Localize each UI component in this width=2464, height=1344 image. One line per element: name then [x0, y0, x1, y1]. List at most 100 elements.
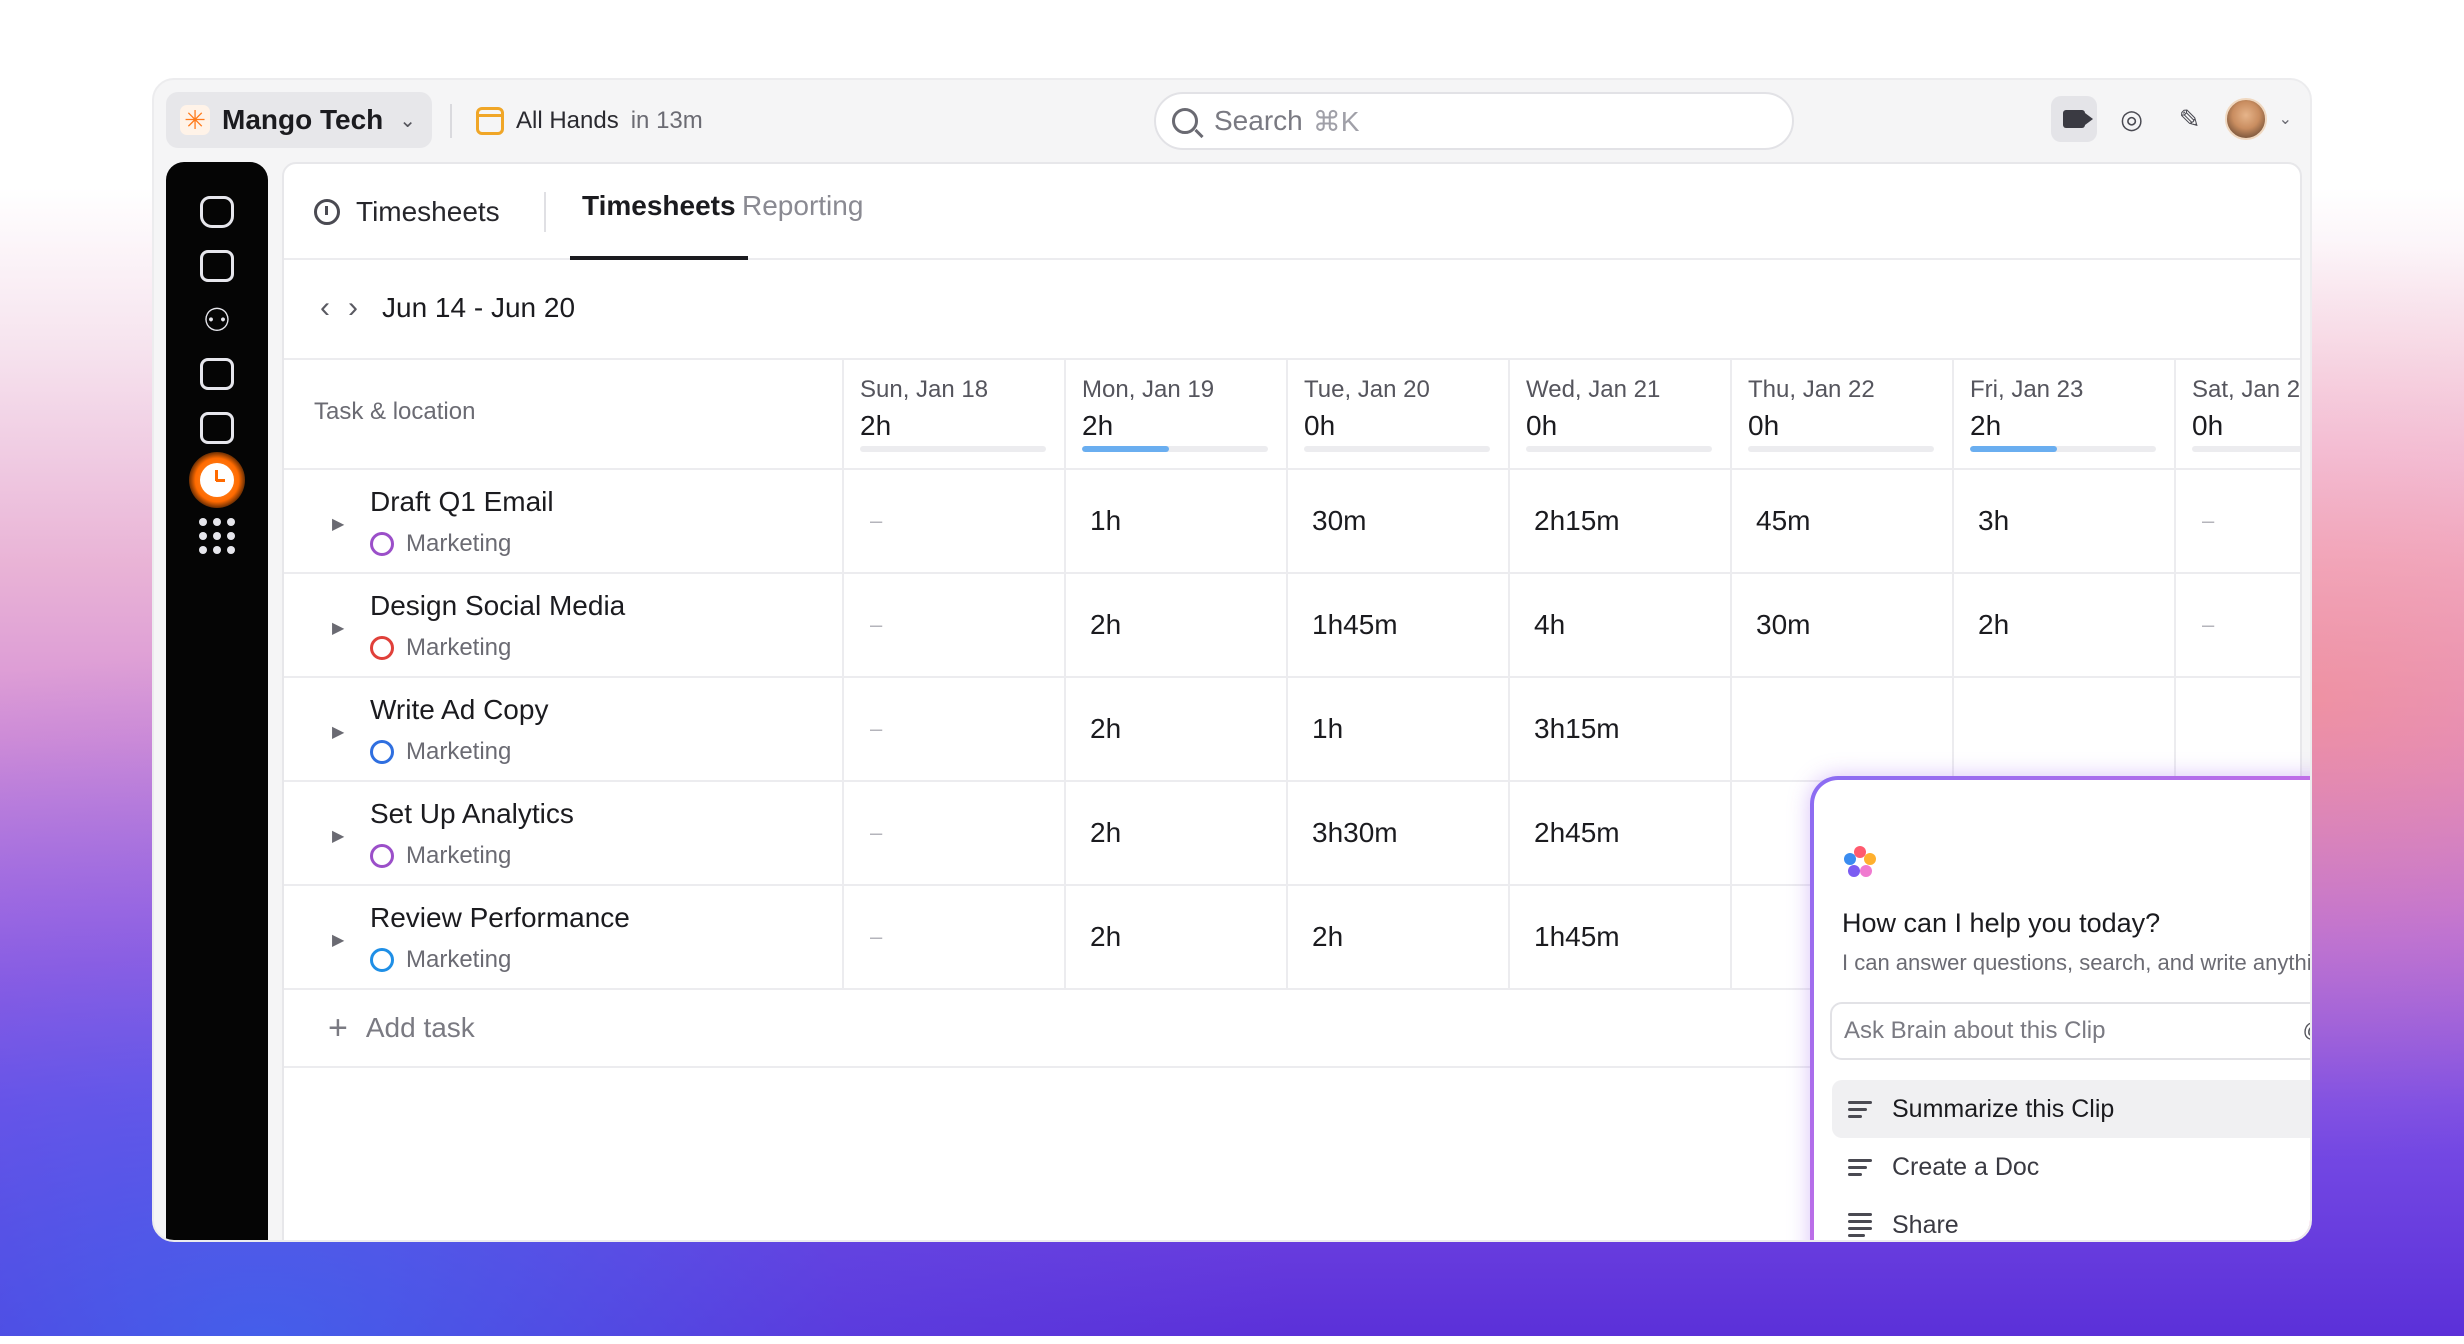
time-cell[interactable]: – [842, 886, 1064, 988]
upcoming-event[interactable]: All Hands in 13m [476, 100, 703, 142]
tab-reporting[interactable]: Reporting [742, 190, 863, 260]
sidebar-item-apps[interactable] [197, 516, 237, 556]
task-name[interactable]: Write Ad Copy [370, 694, 548, 726]
time-cell[interactable]: 2h [1286, 886, 1508, 988]
time-cell[interactable]: 3h30m [1286, 782, 1508, 884]
table-row[interactable]: ▶ Design Social Media Marketing –2h 1h45m 4h 3… [284, 574, 2300, 678]
caret-right-icon[interactable]: ▶ [332, 618, 344, 638]
summarize-clip-action[interactable]: Summarize this Clip ↵ [1832, 1080, 2310, 1138]
time-cell[interactable]: 30m [1286, 470, 1508, 572]
top-right-actions: ◎ ✎ ⌄ [2050, 96, 2292, 142]
share-action[interactable]: Share [1832, 1196, 2310, 1240]
create-doc-icon [1848, 1158, 1872, 1176]
whiteboard-icon [200, 412, 234, 444]
location-label: Marketing [406, 530, 512, 557]
time-cell[interactable]: 1h [1064, 470, 1286, 572]
chevron-down-icon[interactable]: ⌄ [2279, 109, 2292, 129]
time-cell[interactable]: – [2174, 470, 2300, 572]
search-icon [1172, 108, 1198, 134]
time-cell[interactable]: 2h15m [1508, 470, 1730, 572]
time-cell[interactable]: – [842, 574, 1064, 676]
plus-icon: + [328, 1009, 348, 1047]
create-doc-action[interactable]: Create a Doc [1832, 1138, 2310, 1196]
new-task-button[interactable]: ◎ [2109, 96, 2155, 142]
time-cell[interactable]: – [2174, 574, 2300, 676]
caret-right-icon[interactable]: ▶ [332, 826, 344, 846]
task-name[interactable]: Draft Q1 Email [370, 486, 554, 518]
search-input[interactable]: Search ⌘K [1154, 92, 1794, 150]
status-circle-icon [370, 532, 394, 556]
day-progress-fill [1970, 446, 2058, 452]
chevron-right-icon[interactable]: › [348, 293, 358, 323]
mention-icon[interactable]: @ [2303, 1020, 2310, 1043]
time-cell[interactable]: 2h [1064, 574, 1286, 676]
time-cell[interactable] [1952, 678, 2174, 780]
day-date: Sat, Jan 2 [2192, 376, 2301, 403]
time-cell[interactable]: 2h [1064, 678, 1286, 780]
time-cell[interactable]: 1h45m [1286, 574, 1508, 676]
table-row[interactable]: ▶ Write Ad Copy Marketing –2h 1h 3h15m [284, 678, 2300, 782]
time-cell[interactable] [1730, 678, 1952, 780]
compose-button[interactable]: ✎ [2167, 96, 2213, 142]
workspace-switcher[interactable]: ✳ Mango Tech ⌄ [166, 92, 433, 148]
clock-icon [200, 463, 234, 497]
day-column-header: Sun, Jan 18 2h [842, 360, 1064, 468]
day-total: 0h [1304, 410, 1336, 441]
table-header: Task & location Sun, Jan 18 2h Mon, Jan 19… [284, 358, 2301, 470]
day-progress-bar [2192, 446, 2300, 452]
caret-right-icon[interactable]: ▶ [332, 930, 344, 950]
docs-icon [200, 250, 234, 282]
day-column-header: Thu, Jan 22 0h [1730, 360, 1952, 468]
task-name[interactable]: Review Performance [370, 902, 630, 934]
caret-right-icon[interactable]: ▶ [332, 722, 344, 742]
time-cell[interactable]: 4h [1508, 574, 1730, 676]
day-column-header: Tue, Jan 20 0h [1286, 360, 1508, 468]
day-total: 2h [1082, 410, 1114, 441]
brain-input[interactable]: Ask Brain about this Clip @ ▤ [1830, 1002, 2310, 1060]
timer-icon [314, 199, 340, 225]
chevron-left-icon[interactable]: ‹ [320, 293, 330, 323]
time-cell[interactable]: 2h [1064, 782, 1286, 884]
avatar[interactable] [2224, 98, 2267, 140]
sidebar-item-dashboards[interactable] [197, 354, 237, 394]
time-cell[interactable] [2174, 678, 2300, 780]
time-cell[interactable]: 2h [1952, 574, 2174, 676]
sidebar-item-whiteboards[interactable] [197, 408, 237, 448]
time-cell[interactable]: 30m [1730, 574, 1952, 676]
sidebar-item-docs[interactable] [197, 246, 237, 286]
timesheets-home[interactable]: Timesheets [314, 190, 500, 234]
sidebar-item-people[interactable]: ⚇ [197, 300, 237, 340]
task-location: Marketing [370, 530, 511, 558]
day-progress-bar [1748, 446, 1934, 452]
dashboard-icon [200, 358, 234, 390]
time-cell[interactable]: 2h [1064, 886, 1286, 988]
day-column-header: Mon, Jan 19 2h [1064, 360, 1286, 468]
time-cell[interactable]: – [842, 678, 1064, 780]
time-cell[interactable]: – [842, 470, 1064, 572]
brain-popup: How can I help you today? I can answer q… [1810, 776, 2312, 1240]
time-cell[interactable]: 3h [1952, 470, 2174, 572]
caret-right-icon[interactable]: ▶ [332, 514, 344, 534]
sidebar-item-home[interactable] [197, 192, 237, 232]
status-circle-icon [370, 844, 394, 868]
share-lines-icon [1848, 1213, 1872, 1237]
time-cell[interactable]: 1h [1286, 678, 1508, 780]
task-location: Marketing [370, 946, 511, 974]
record-clip-button[interactable] [2050, 96, 2097, 142]
brain-subtitle: I can answer questions, search, and writ… [1842, 950, 2312, 975]
table-row[interactable]: ▶ Draft Q1 Email Marketing –1h 30m 2h15m 45m 3h… [284, 470, 2300, 574]
time-cell[interactable]: 1h45m [1508, 886, 1730, 988]
brain-logo-icon [1844, 846, 1876, 877]
time-cell[interactable]: – [842, 782, 1064, 884]
task-name[interactable]: Set Up Analytics [370, 798, 574, 830]
divider [544, 192, 546, 232]
time-cell[interactable]: 2h45m [1508, 782, 1730, 884]
task-name[interactable]: Design Social Media [370, 590, 625, 622]
sidebar-item-timesheets[interactable] [189, 452, 245, 508]
week-range[interactable]: Jun 14 - Jun 20 [382, 292, 575, 324]
tab-timesheets[interactable]: Timesheets [570, 190, 748, 260]
time-cell[interactable]: 45m [1730, 470, 1952, 572]
brain-input-placeholder: Ask Brain about this Clip [1844, 1017, 2106, 1044]
day-column-header: Sat, Jan 2 0h [2174, 360, 2301, 468]
time-cell[interactable]: 3h15m [1508, 678, 1730, 780]
